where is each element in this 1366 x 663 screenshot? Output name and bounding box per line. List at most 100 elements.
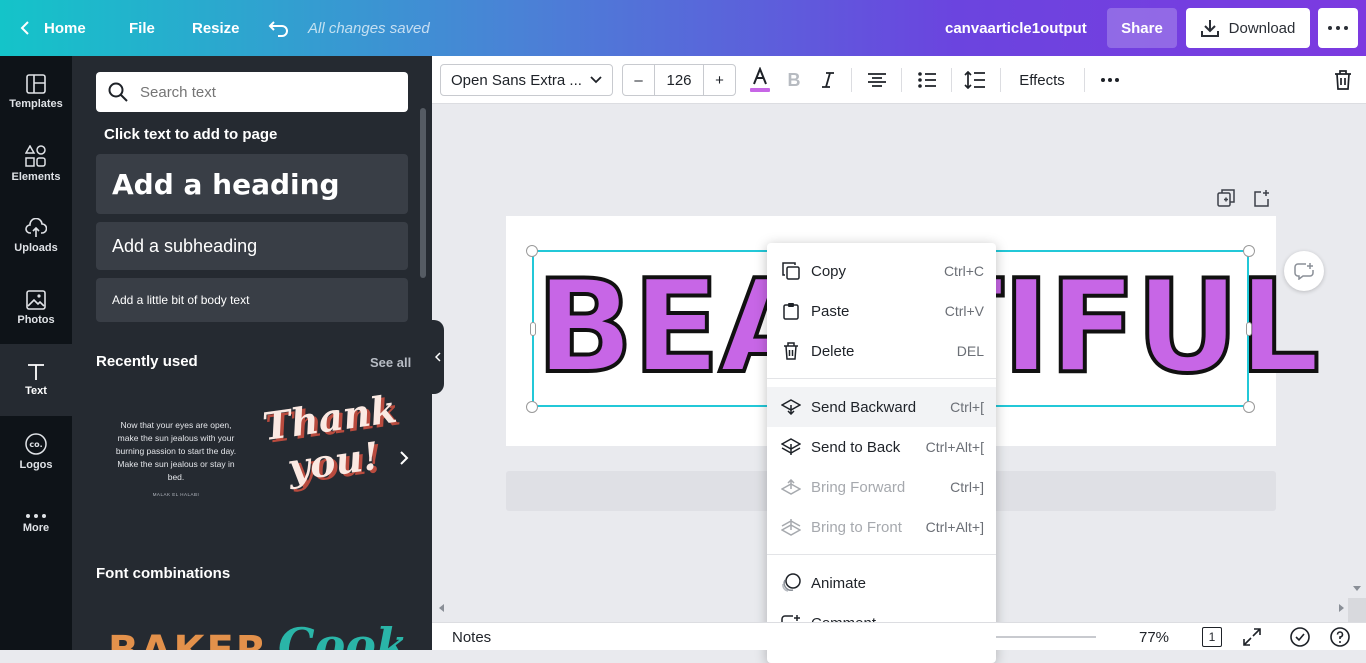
chevron-left-icon [20,21,29,35]
resize-handle-bottom-right[interactable] [1243,401,1255,413]
page-count-button[interactable]: 1 [1202,627,1222,647]
rail-logos[interactable]: co. Logos [0,416,72,488]
bulleted-list-icon [918,72,936,88]
carousel-next-button[interactable] [394,448,414,468]
send-to-back-icon [781,437,801,457]
fullscreen-button[interactable] [1242,627,1262,647]
page-count: 1 [1208,630,1216,644]
decrease-size-button[interactable]: – [623,65,655,95]
undo-button[interactable] [268,0,290,56]
caret-right-icon [1338,604,1344,612]
rail-label: Photos [17,314,55,326]
recently-used-heading: Recently used [96,353,198,370]
increase-size-button[interactable]: + [703,65,735,95]
font-combo-1[interactable]: BAKER [108,628,269,650]
recent-template-quote[interactable]: Now that your eyes are open, make the su… [96,386,256,530]
caret-left-icon [438,604,444,612]
notes-button[interactable]: Notes [452,629,491,646]
resize-handle-top-right[interactable] [1243,245,1255,257]
download-icon [1200,20,1219,37]
add-heading-button[interactable]: Add a heading [96,154,408,214]
collapse-panel-button[interactable] [432,320,444,394]
delete-element-button[interactable] [1332,64,1354,96]
rail-label: Elements [11,171,61,183]
menu-item-delete[interactable]: Delete DEL [767,331,996,371]
resize-handle-left[interactable] [530,322,536,336]
menu-item-bring-forward[interactable]: Bring Forward Ctrl+] [767,467,996,507]
resize-handle-right[interactable] [1246,322,1252,336]
font-combo-2[interactable]: Cook [278,618,408,650]
recent-template-thank-you[interactable]: Thank you! [260,386,406,529]
menu-divider [767,378,996,379]
zoom-slider[interactable] [996,636,1096,638]
zoom-level[interactable]: 77% [1139,629,1169,646]
menu-item-shortcut: Ctrl+V [944,303,984,319]
menu-item-bring-to-front[interactable]: Bring to Front Ctrl+Alt+] [767,507,996,547]
effects-button[interactable]: Effects [1012,64,1072,96]
spacing-button[interactable] [964,64,986,96]
duplicate-page-button[interactable] [1216,188,1236,208]
menu-item-label: Bring to Front [811,518,902,536]
toolbar-divider [1000,68,1001,92]
more-options-button[interactable] [1318,8,1358,48]
resize-handle-bottom-left[interactable] [526,401,538,413]
align-center-button[interactable] [866,64,888,96]
rail-label: Uploads [14,242,58,254]
more-horizontal-icon [26,514,46,518]
see-all-link[interactable]: See all [370,355,411,370]
cloud-upload-icon [25,218,47,237]
check-button[interactable] [1290,627,1310,647]
font-size-value[interactable]: 126 [655,65,703,95]
resize-button[interactable]: Resize [192,0,240,56]
download-button[interactable]: Download [1186,8,1310,48]
help-button[interactable] [1330,627,1350,647]
toolbar-divider [901,68,902,92]
menu-item-send-backward[interactable]: Send Backward Ctrl+[ [767,387,996,427]
list-button[interactable] [916,64,938,96]
line-spacing-icon [964,71,985,89]
rail-photos[interactable]: Photos [0,272,72,344]
panel-scrollbar[interactable] [420,108,426,278]
document-title[interactable]: canvaarticle1output [945,0,1087,56]
text-color-button[interactable] [746,64,774,96]
font-size-stepper: – 126 + [622,64,736,96]
menu-item-send-to-back[interactable]: Send to Back Ctrl+Alt+[ [767,427,996,467]
top-bar: Home File Resize All changes saved canva… [0,0,1366,56]
trash-icon [1335,70,1351,90]
search-box[interactable] [96,72,408,112]
add-comment-button[interactable] [1284,251,1324,291]
search-input[interactable] [140,83,380,101]
scroll-left-arrow[interactable] [436,603,446,613]
rail-templates[interactable]: Templates [0,56,72,128]
menu-item-copy[interactable]: Copy Ctrl+C [767,251,996,291]
trash-icon [781,341,801,361]
menu-item-shortcut: Ctrl+C [943,263,984,279]
toolbar-more-button[interactable] [1100,64,1120,96]
editor-toolbar: Open Sans Extra ... – 126 + B Effects [432,56,1366,104]
duplicate-icon [1217,189,1235,207]
undo-icon [268,21,288,37]
font-family-select[interactable]: Open Sans Extra ... [440,64,613,96]
add-body-text-button[interactable]: Add a little bit of body text [96,278,408,322]
home-button[interactable]: Home [20,0,86,56]
resize-handle-top-left[interactable] [526,245,538,257]
add-page-button[interactable] [1252,188,1272,208]
photos-icon [26,290,46,310]
share-button[interactable]: Share [1107,8,1177,48]
menu-item-paste[interactable]: Paste Ctrl+V [767,291,996,331]
rail-uploads[interactable]: Uploads [0,200,72,272]
more-horizontal-icon [1101,78,1119,82]
menu-item-animate[interactable]: Animate [767,563,996,603]
italic-button[interactable] [818,64,838,96]
scroll-down-arrow[interactable] [1352,584,1362,592]
scroll-right-arrow[interactable] [1336,603,1346,613]
bottom-bar: Notes 77% 1 [432,622,1366,650]
rail-text[interactable]: Text [0,344,72,416]
download-label: Download [1228,19,1296,37]
templates-icon [26,74,46,94]
rail-more[interactable]: More [0,488,72,560]
bold-button[interactable]: B [784,64,804,96]
file-menu[interactable]: File [129,0,155,56]
add-subheading-button[interactable]: Add a subheading [96,222,408,270]
rail-elements[interactable]: Elements [0,128,72,200]
